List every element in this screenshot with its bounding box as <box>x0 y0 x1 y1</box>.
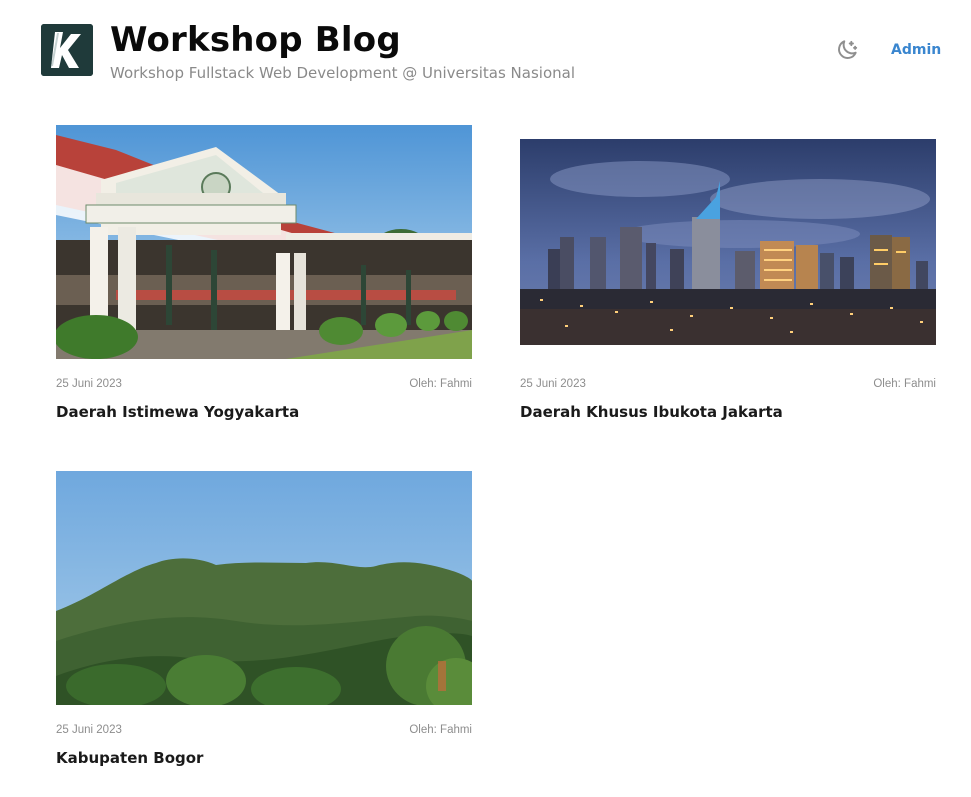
site-logo[interactable] <box>41 24 93 76</box>
keraton-yogyakarta-image <box>56 125 472 359</box>
post-date: 25 Juni 2023 <box>56 378 122 390</box>
post-card[interactable]: 25 Juni 2023 Oleh: Fahmi Daerah Khusus I… <box>520 125 936 435</box>
post-card[interactable]: 25 Juni 2023 Oleh: Fahmi Kabupaten Bogor <box>56 471 472 781</box>
post-title[interactable]: Kabupaten Bogor <box>56 749 203 767</box>
jakarta-skyline-image <box>520 139 936 345</box>
post-title[interactable]: Daerah Istimewa Yogyakarta <box>56 403 299 421</box>
post-card[interactable]: 25 Juni 2023 Oleh: Fahmi Daerah Istimewa… <box>56 125 472 435</box>
post-author: Oleh: Fahmi <box>409 724 472 736</box>
post-title[interactable]: Daerah Khusus Ibukota Jakarta <box>520 403 783 421</box>
post-date: 25 Juni 2023 <box>56 724 122 736</box>
post-date: 25 Juni 2023 <box>520 378 586 390</box>
theme-toggle-button[interactable] <box>834 37 860 63</box>
site-subtitle: Workshop Fullstack Web Development @ Uni… <box>110 64 575 82</box>
post-image[interactable] <box>56 125 472 359</box>
post-author: Oleh: Fahmi <box>873 378 936 390</box>
site-header: Workshop Blog Workshop Fullstack Web Dev… <box>0 0 971 100</box>
post-image[interactable] <box>520 139 936 345</box>
post-image[interactable] <box>56 471 472 705</box>
k-logo-icon <box>41 24 93 76</box>
moon-icon <box>838 40 858 59</box>
site-title[interactable]: Workshop Blog <box>110 20 401 60</box>
bogor-mountain-image <box>56 471 472 705</box>
admin-link[interactable]: Admin <box>891 42 941 58</box>
post-author: Oleh: Fahmi <box>409 378 472 390</box>
